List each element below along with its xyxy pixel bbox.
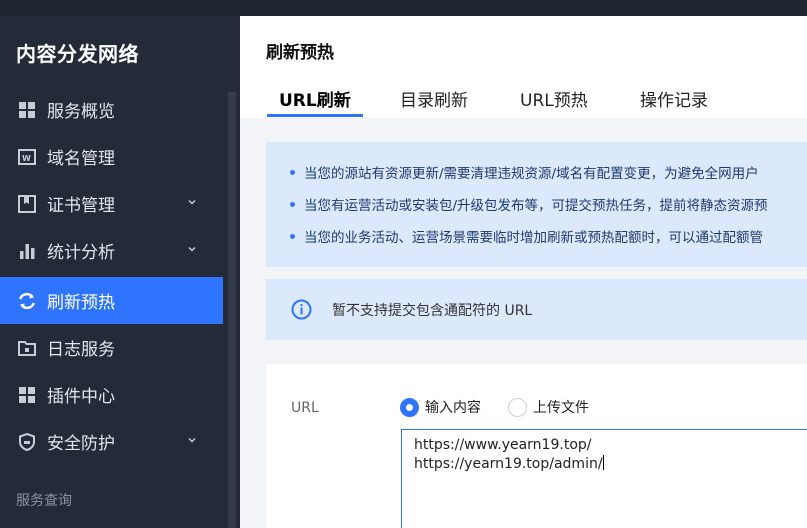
radio-circle[interactable] [508,397,527,417]
certificate-icon [17,194,37,214]
tab-url-refresh[interactable]: URL刷新 [279,86,351,111]
domain-icon: W [17,147,37,167]
bullet-dot [290,170,295,175]
tab-operation-log[interactable]: 操作记录 [640,86,708,111]
top-bar [0,0,807,16]
radio-label: 输入内容 [425,400,481,416]
tip-line: 当您的源站有资源更新/需要清理违规资源/域名有配置变更，为避免全网用户 [304,166,759,182]
url-textarea[interactable]: https://www.yearn19.top/ https://yearn19… [401,429,807,528]
grid-icon [17,100,37,120]
sidebar-item-label: 证书管理 [47,196,115,216]
sidebar-item-label: 插件中心 [47,387,115,407]
main-content: 刷新预热 URL刷新 目录刷新 URL预热 操作记录 当您的源站有资源更新/需要… [240,16,807,528]
textarea-line: https://www.yearn19.top/ [414,437,592,453]
tab-url-preheat[interactable]: URL预热 [520,86,588,111]
tips-panel: 当您的源站有资源更新/需要清理违规资源/域名有配置变更，为避免全网用户 当您有运… [266,142,807,267]
sidebar-item-domains[interactable]: W 域名管理 [0,133,223,180]
sidebar-item-label: 日志服务 [47,340,115,360]
sidebar-item-label: 安全防护 [47,434,115,454]
sidebar-item-security[interactable]: 安全防护 [0,418,223,465]
bullet-dot [290,202,295,207]
sidebar-item-plugins[interactable]: 插件中心 [0,371,223,418]
page-title: 刷新预热 [266,43,334,63]
tip-line: 当您有运营活动或安装包/升级包发布等，可提交预热任务，提前将静态资源预 [304,198,768,214]
svg-text:W: W [22,154,31,163]
sidebar-section-label: 服务查询 [16,493,72,509]
bar-chart-icon [17,241,37,261]
info-icon [291,299,312,320]
sidebar-item-overview[interactable]: 服务概览 [0,86,223,133]
product-title: 内容分发网络 [16,42,139,66]
textarea-line: https://yearn19.top/admin/ [414,456,603,472]
grid-icon [17,385,37,405]
active-tab-indicator [267,114,363,117]
chevron-down-icon [188,437,196,443]
shield-icon [17,432,37,452]
radio-label: 上传文件 [533,400,589,416]
tab-directory-refresh[interactable]: 目录刷新 [400,86,468,111]
sidebar-item-logs[interactable]: 日志服务 [0,324,223,371]
page-header: 刷新预热 URL刷新 目录刷新 URL预热 操作记录 [240,16,807,118]
sidebar-item-certificates[interactable]: 证书管理 [0,180,223,227]
radio-circle[interactable] [400,397,419,417]
sidebar-item-label: 服务概览 [47,102,115,122]
sidebar-item-label: 刷新预热 [47,293,115,313]
chevron-down-icon [188,199,196,205]
notice-banner: 暂不支持提交包含通配符的 URL [266,279,807,340]
refresh-icon [17,291,37,311]
radio-upload-file[interactable]: 上传文件 [508,397,589,417]
folder-icon [17,338,37,358]
bullet-dot [290,234,295,239]
sidebar: 内容分发网络 服务概览 W 域名管理 证书管理 统计分析 刷新预热 日志服务 插… [0,16,240,528]
radio-input-content[interactable]: 输入内容 [400,397,481,417]
chevron-down-icon [188,246,196,252]
sidebar-item-label: 域名管理 [47,149,115,169]
url-field-label: URL [291,400,319,416]
sidebar-item-statistics[interactable]: 统计分析 [0,227,223,274]
text-caret [602,455,604,470]
notice-text: 暂不支持提交包含通配符的 URL [332,303,533,319]
sidebar-item-label: 统计分析 [47,243,115,263]
sidebar-scrollbar[interactable] [228,92,236,528]
tip-line: 当您的业务活动、运营场景需要临时增加刷新或预热配额时，可以通过配额管 [304,230,763,246]
url-form: URL 输入内容 上传文件 https://www.yearn19.top/ h… [266,364,807,528]
sidebar-item-refresh[interactable]: 刷新预热 [0,277,223,324]
